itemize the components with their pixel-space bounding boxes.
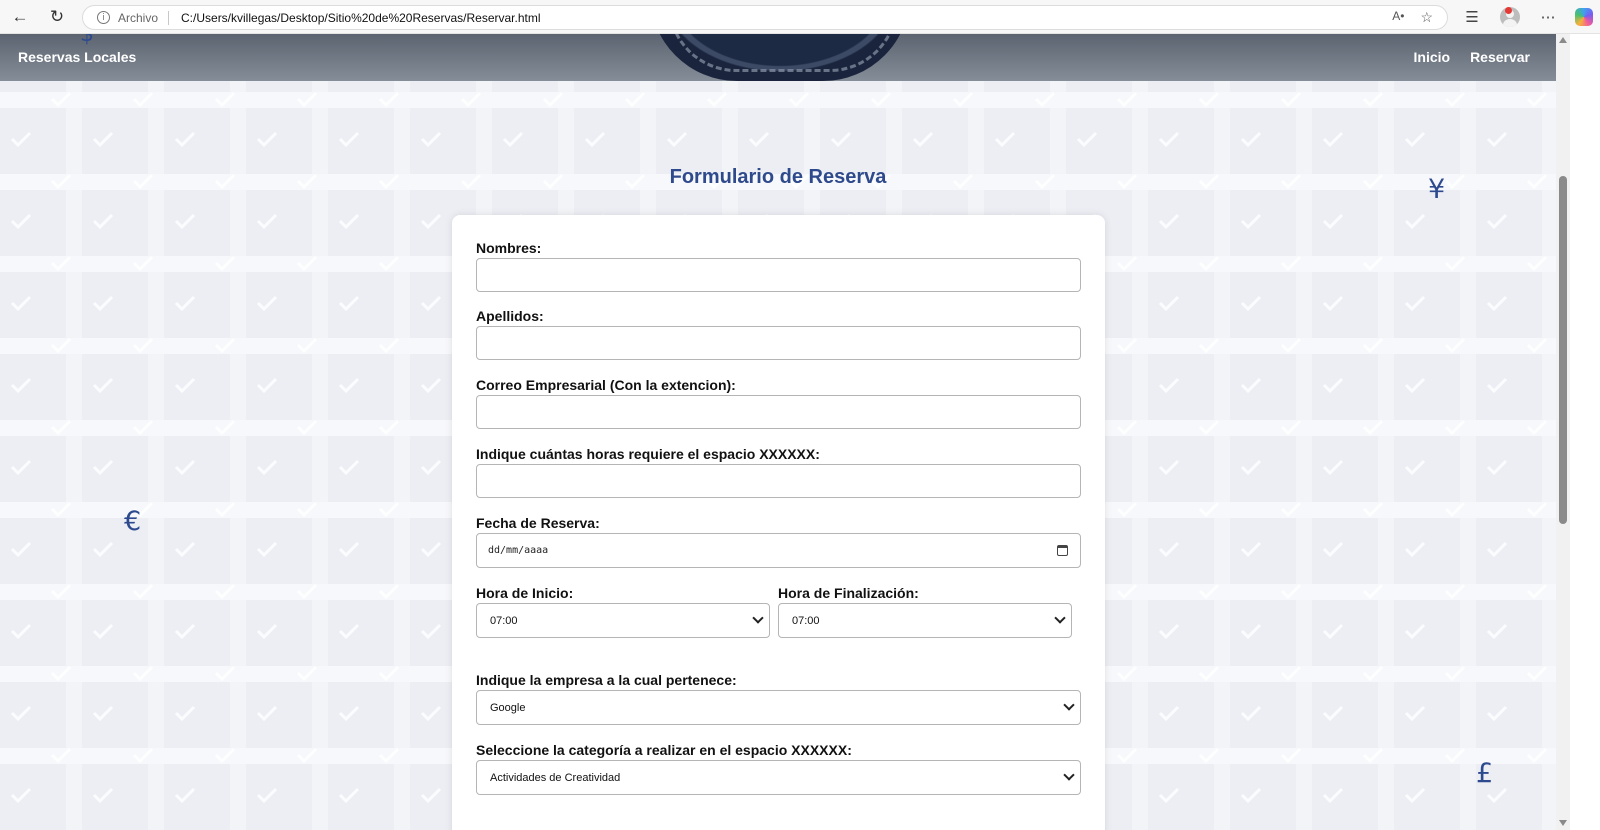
categoria-select[interactable]: Actividades de Creatividad [476, 760, 1081, 795]
fecha-placeholder: dd/mm/aaaa [488, 545, 549, 556]
empresa-select[interactable]: Google [476, 690, 1081, 725]
star-icon[interactable]: ☆ [1420, 9, 1433, 26]
favorites-icon[interactable]: ☰ [1460, 6, 1484, 28]
address-bar[interactable]: i Archivo C:/Users/kvillegas/Desktop/Sit… [82, 5, 1448, 30]
hora-inicio-value: 07:00 [490, 614, 518, 627]
vertical-scrollbar[interactable] [1556, 34, 1570, 830]
chevron-down-icon [752, 612, 764, 624]
fecha-input[interactable]: dd/mm/aaaa [476, 533, 1081, 568]
hora-inicio-label: Hora de Inicio: [476, 585, 574, 601]
hora-inicio-select[interactable]: 07:00 [476, 603, 770, 638]
hora-fin-value: 07:00 [792, 614, 820, 627]
copilot-icon[interactable] [1572, 6, 1596, 28]
reload-icon[interactable]: ↻ [45, 6, 69, 28]
read-aloud-icon[interactable]: A• [1392, 9, 1404, 26]
nav-link-reservar[interactable]: Reservar [1470, 49, 1530, 65]
page-viewport: $ Reservas Locales Inicio Reservar Formu… [0, 34, 1556, 830]
info-icon[interactable]: i [97, 11, 110, 24]
hora-fin-label: Hora de Finalización: [778, 585, 919, 601]
correo-label: Correo Empresarial (Con la extencion): [476, 377, 736, 393]
url-text[interactable]: C:/Users/kvillegas/Desktop/Sitio%20de%20… [181, 11, 540, 25]
chevron-down-icon [1054, 612, 1066, 624]
categoria-value: Actividades de Creatividad [490, 771, 621, 784]
apellidos-input[interactable] [476, 326, 1081, 360]
back-arrow-icon[interactable]: ← [8, 6, 32, 28]
correo-input[interactable] [476, 395, 1081, 429]
chevron-down-icon [1063, 769, 1075, 781]
scroll-up-arrow-icon[interactable] [1559, 37, 1567, 43]
calendar-icon[interactable] [1057, 545, 1068, 556]
more-menu-icon[interactable]: ⋯ [1536, 6, 1560, 28]
pound-icon: £ [1476, 758, 1494, 789]
address-separator [168, 10, 170, 25]
nombres-label: Nombres: [476, 240, 542, 256]
horas-input[interactable] [476, 464, 1081, 498]
brand-logo-text[interactable]: Reservas Locales [18, 49, 136, 65]
page-title: Formulario de Reserva [669, 166, 887, 188]
notification-dot [1505, 7, 1512, 14]
chevron-down-icon [1063, 699, 1075, 711]
horas-label: Indique cuántas horas requiere el espaci… [476, 446, 820, 462]
euro-icon: € [124, 506, 142, 537]
empresa-label: Indique la empresa a la cual pertenece: [476, 672, 737, 688]
nav-link-inicio[interactable]: Inicio [1414, 49, 1451, 65]
scroll-down-arrow-icon[interactable] [1559, 820, 1567, 826]
scrollbar-thumb[interactable] [1559, 176, 1567, 524]
browser-toolbar: ← ↻ i Archivo C:/Users/kvillegas/Desktop… [0, 0, 1600, 34]
categoria-label: Seleccione la categoría a realizar en el… [476, 742, 852, 758]
reservation-form: Nombres: Apellidos: Correo Empresarial (… [452, 215, 1105, 830]
nombres-input[interactable] [476, 258, 1081, 292]
empresa-value: Google [490, 701, 526, 714]
apellidos-label: Apellidos: [476, 308, 544, 324]
hora-fin-select[interactable]: 07:00 [778, 603, 1072, 638]
scheme-label: Archivo [118, 10, 159, 25]
main-nav: Inicio Reservar [1414, 49, 1531, 65]
yen-icon: ¥ [1428, 174, 1446, 205]
coin-banner-image [650, 34, 910, 81]
dollar-icon: $ [80, 34, 94, 47]
site-header: $ Reservas Locales Inicio Reservar [0, 34, 1556, 81]
fecha-label: Fecha de Reserva: [476, 515, 600, 531]
